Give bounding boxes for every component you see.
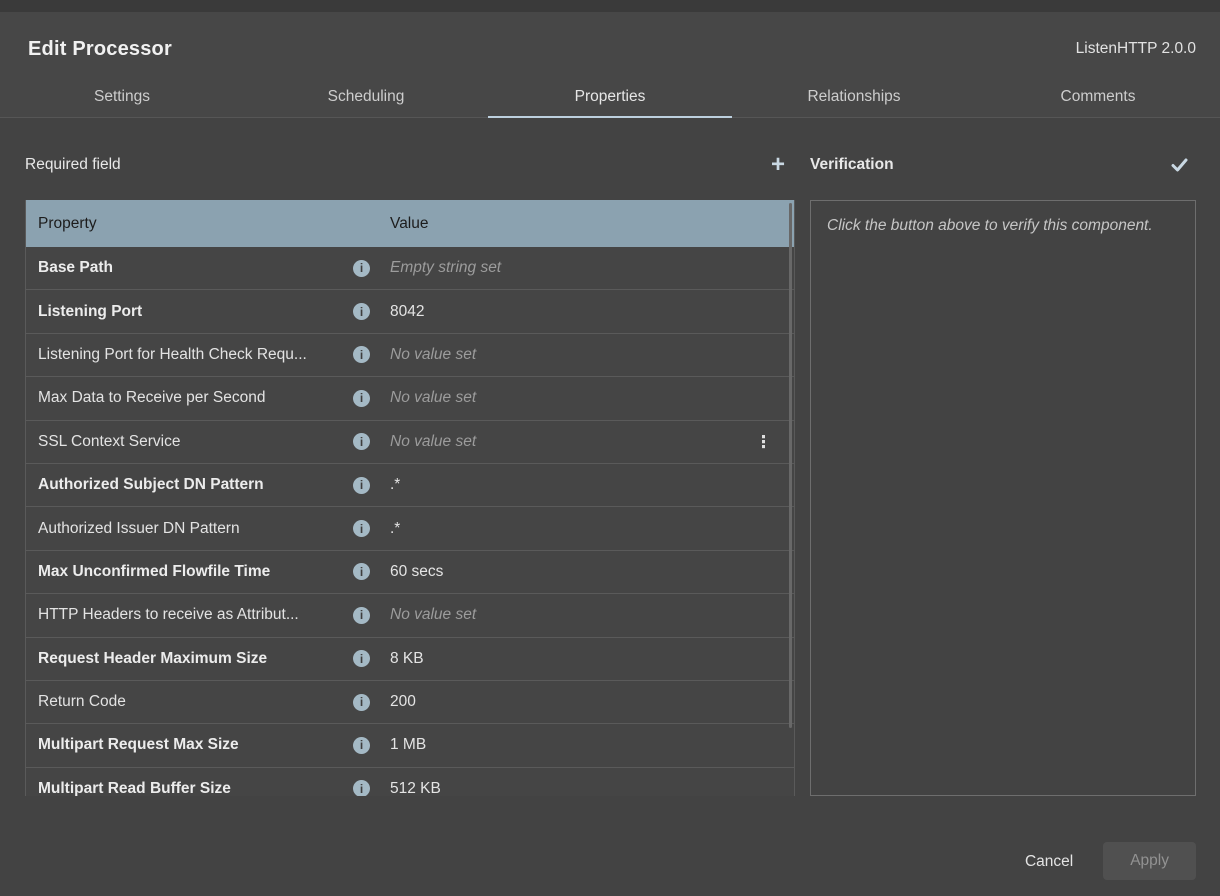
- property-name: Multipart Request Max Size: [26, 736, 353, 754]
- info-icon[interactable]: i: [353, 346, 370, 363]
- verification-section-header: Verification: [810, 150, 1196, 180]
- panels: Property Value Base Path i Empty string …: [25, 200, 1196, 796]
- info-icon[interactable]: i: [353, 607, 370, 624]
- tab-settings[interactable]: Settings: [0, 76, 244, 117]
- verification-panel: Click the button above to verify this co…: [810, 200, 1196, 796]
- processor-type-version: ListenHTTP 2.0.0: [1076, 40, 1196, 58]
- check-icon: [1171, 158, 1188, 172]
- property-row[interactable]: Return Code i 200 ⋮: [26, 681, 794, 724]
- plus-icon: +: [771, 153, 785, 177]
- info-icon[interactable]: i: [353, 390, 370, 407]
- info-icon[interactable]: i: [353, 433, 370, 450]
- tab-properties[interactable]: Properties: [488, 76, 732, 117]
- dialog-header: Edit Processor ListenHTTP 2.0.0: [0, 12, 1220, 76]
- property-name: SSL Context Service: [26, 433, 353, 451]
- property-name: Max Data to Receive per Second: [26, 389, 353, 407]
- property-row[interactable]: Authorized Subject DN Pattern i .* ⋮: [26, 464, 794, 507]
- property-value: No value set: [390, 389, 794, 407]
- info-icon[interactable]: i: [353, 563, 370, 580]
- property-row[interactable]: SSL Context Service i No value set ⋮: [26, 421, 794, 464]
- properties-section-header: Required field +: [25, 150, 795, 180]
- property-name: Listening Port: [26, 303, 353, 321]
- property-row[interactable]: Multipart Read Buffer Size i 512 KB ⋮: [26, 768, 794, 796]
- property-name: Listening Port for Health Check Requ...: [26, 346, 353, 364]
- property-value: No value set: [390, 346, 794, 364]
- property-row[interactable]: Request Header Maximum Size i 8 KB ⋮: [26, 638, 794, 681]
- dialog-title: Edit Processor: [28, 38, 172, 61]
- tab-relationships[interactable]: Relationships: [732, 76, 976, 117]
- info-icon[interactable]: i: [353, 477, 370, 494]
- property-row[interactable]: Max Data to Receive per Second i No valu…: [26, 377, 794, 420]
- property-name: Authorized Subject DN Pattern: [26, 476, 353, 494]
- property-value: 200: [390, 693, 794, 711]
- dialog-footer: Cancel Apply: [25, 796, 1196, 896]
- property-name: Authorized Issuer DN Pattern: [26, 520, 353, 538]
- property-row[interactable]: Max Unconfirmed Flowfile Time i 60 secs …: [26, 551, 794, 594]
- tab-scheduling[interactable]: Scheduling: [244, 76, 488, 117]
- cancel-button[interactable]: Cancel: [1023, 844, 1075, 880]
- tab-comments[interactable]: Comments: [976, 76, 1220, 117]
- property-name: Return Code: [26, 693, 353, 711]
- property-value: 1 MB: [390, 736, 794, 754]
- property-value: 512 KB: [390, 780, 794, 796]
- edit-processor-dialog: Edit Processor ListenHTTP 2.0.0 Settings…: [0, 12, 1220, 896]
- property-value: 8 KB: [390, 650, 794, 668]
- info-icon[interactable]: i: [353, 780, 370, 796]
- table-header-row: Property Value: [26, 200, 794, 247]
- property-name: Base Path: [26, 259, 353, 277]
- info-icon[interactable]: i: [353, 303, 370, 320]
- property-row[interactable]: Listening Port for Health Check Requ... …: [26, 334, 794, 377]
- add-property-button[interactable]: +: [761, 150, 795, 180]
- section-headers: Required field + Verification: [25, 150, 1196, 180]
- column-header-value: Value: [390, 215, 794, 233]
- tab-bar: Settings Scheduling Properties Relations…: [0, 76, 1220, 118]
- properties-table: Property Value Base Path i Empty string …: [25, 200, 795, 796]
- verify-button[interactable]: [1162, 150, 1196, 180]
- property-value: No value set: [390, 433, 794, 451]
- property-value: 8042: [390, 303, 794, 321]
- info-icon[interactable]: i: [353, 260, 370, 277]
- property-row[interactable]: HTTP Headers to receive as Attribut... i…: [26, 594, 794, 637]
- table-scrollbar-thumb[interactable]: [789, 203, 792, 728]
- property-value: 60 secs: [390, 563, 794, 581]
- info-icon[interactable]: i: [353, 520, 370, 537]
- table-rows: Base Path i Empty string set ⋮ Listening…: [26, 247, 794, 796]
- apply-button[interactable]: Apply: [1103, 842, 1196, 880]
- property-name: Multipart Read Buffer Size: [26, 780, 353, 796]
- info-icon[interactable]: i: [353, 737, 370, 754]
- property-name: Request Header Maximum Size: [26, 650, 353, 668]
- property-row[interactable]: Multipart Request Max Size i 1 MB ⋮: [26, 724, 794, 767]
- property-value: Empty string set: [390, 259, 794, 277]
- property-value: .*: [390, 476, 794, 494]
- verification-label: Verification: [810, 156, 894, 174]
- info-icon[interactable]: i: [353, 650, 370, 667]
- dialog-body: Required field + Verification: [0, 118, 1220, 896]
- column-header-property: Property: [26, 215, 390, 233]
- verification-message: Click the button above to verify this co…: [827, 214, 1157, 238]
- info-icon[interactable]: i: [353, 694, 370, 711]
- property-row[interactable]: Authorized Issuer DN Pattern i .* ⋮: [26, 507, 794, 550]
- property-name: Max Unconfirmed Flowfile Time: [26, 563, 353, 581]
- property-name: HTTP Headers to receive as Attribut...: [26, 606, 353, 624]
- property-row[interactable]: Listening Port i 8042 ⋮: [26, 290, 794, 333]
- more-options-icon[interactable]: ⋮: [755, 433, 772, 450]
- property-row[interactable]: Base Path i Empty string set ⋮: [26, 247, 794, 290]
- property-value: .*: [390, 520, 794, 538]
- property-value: No value set: [390, 606, 794, 624]
- required-field-label: Required field: [25, 156, 121, 174]
